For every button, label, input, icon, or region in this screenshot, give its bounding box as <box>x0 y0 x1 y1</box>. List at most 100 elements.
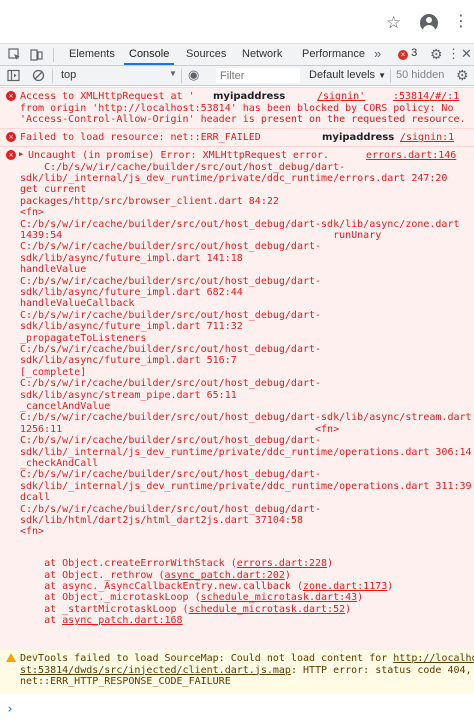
execution-context-select[interactable]: top <box>61 69 76 81</box>
stack-trace-line: sdk/lib/async/stream_pipe.dart 65:11 <box>20 389 237 401</box>
stack-trace-line: C:/b/s/w/ir/cache/builder/src/out/host_d… <box>20 469 322 481</box>
stack-trace-line: C:/b/s/w/ir/cache/builder/src/out/host_d… <box>20 435 322 447</box>
message-text: st:53814/dwds/src/injected/client.dart.j… <box>20 665 472 676</box>
stack-trace-line: C:/b/s/w/ir/cache/builder/src/out/host_d… <box>20 343 322 355</box>
stack-frame: at async._AsyncCallbackEntry.new.callbac… <box>20 581 393 592</box>
error-icon: × <box>6 150 16 160</box>
stack-frame: at Object.createErrorWithStack (errors.d… <box>20 558 333 569</box>
browser-toolbar: ☆ ⋮ <box>0 0 474 44</box>
sidebar-toggle-icon[interactable] <box>7 69 20 82</box>
console-settings-gear-icon[interactable]: ⚙ <box>456 67 469 84</box>
stack-trace-line: 1256:11 <fn> <box>20 423 340 435</box>
console-prompt-input[interactable]: › <box>6 702 14 717</box>
source-link[interactable]: /signin:1 <box>400 132 454 143</box>
stack-trace-line: _cancelAndValue <box>20 400 111 412</box>
inspect-element-icon[interactable] <box>8 48 21 61</box>
stack-trace-line: sdk/lib/_internal/js_dev_runtime/private… <box>20 172 448 184</box>
context-dropdown-arrow-icon[interactable]: ▼ <box>169 69 177 78</box>
error-count: 3 <box>411 47 418 59</box>
sourcemap-link[interactable]: st:53814/dwds/src/injected/client.dart.j… <box>20 665 291 676</box>
stack-trace-line: handleValue <box>20 264 87 276</box>
stack-frame-link[interactable]: zone.dart:1173 <box>303 581 387 592</box>
device-toolbar-icon[interactable] <box>30 48 43 61</box>
stack-trace-line: sdk/lib/_internal/js_dev_runtime/private… <box>20 446 472 458</box>
stack-trace-line: get current <box>20 184 87 196</box>
stack-frame: at Object._rethrow (async_patch.dart:202… <box>20 570 291 581</box>
close-devtools-icon[interactable]: ✕ <box>461 46 472 62</box>
live-expression-eye-icon[interactable]: ◉ <box>188 67 199 83</box>
hidden-messages-count: 50 hidden <box>396 69 445 81</box>
stack-frame-text: ) <box>357 592 364 604</box>
redacted-host-label: myipaddress <box>322 132 395 143</box>
tab-elements[interactable]: Elements <box>69 48 115 60</box>
console-messages: × Access to XMLHttpRequest at ' myipaddr… <box>0 87 474 721</box>
stack-frame-text: at Object.createErrorWithStack ( <box>20 558 237 570</box>
stack-frame-text: ) <box>284 569 291 581</box>
tab-console[interactable]: Console <box>129 48 169 60</box>
account-avatar-icon[interactable] <box>420 14 438 32</box>
message-text: Uncaught (in promise) Error: XMLHttpRequ… <box>28 150 330 161</box>
console-error-message: × ▶ Uncaught (in promise) Error: XMLHttp… <box>0 146 474 649</box>
toolbar-divider <box>390 69 391 83</box>
settings-gear-icon[interactable]: ⚙ <box>430 46 443 63</box>
log-levels-dropdown[interactable]: Default levels ▼ <box>309 69 386 81</box>
stack-trace-line: [_complete] <box>20 366 87 378</box>
expand-triangle-icon[interactable]: ▶ <box>19 150 23 158</box>
source-link[interactable]: /signin' <box>317 91 365 102</box>
warning-text: DevTools failed to load SourceMap: Could… <box>20 653 394 664</box>
browser-menu-icon[interactable]: ⋮ <box>453 13 469 29</box>
message-text: Access to XMLHttpRequest at ' <box>20 91 195 102</box>
error-icon: × <box>398 50 408 60</box>
stack-trace-line: _checkAndCall <box>20 457 99 469</box>
sourcemap-link[interactable]: http://localho <box>393 653 474 664</box>
stack-frame-link[interactable]: schedule_microtask.dart:52 <box>189 604 346 615</box>
stack-frame: at async_patch.dart:168 <box>20 615 183 626</box>
clear-console-icon[interactable] <box>32 69 45 82</box>
stack-frame-text: at Object._microtaskLoop ( <box>20 592 201 604</box>
toolbar-divider <box>52 69 53 83</box>
source-link[interactable]: errors.dart:146 <box>366 150 456 161</box>
stack-frame: at Object._microtaskLoop (schedule_micro… <box>20 592 363 603</box>
stack-frame-link[interactable]: async_patch.dart:202 <box>165 570 285 581</box>
stack-frame-text: ) <box>345 603 352 615</box>
stack-frame-text: at _startMicrotaskLoop ( <box>20 603 189 615</box>
tab-performance[interactable]: Performance <box>302 48 365 60</box>
console-filter-bar: top ▼ ◉ Default levels ▼ 50 hidden ⚙ <box>0 66 474 86</box>
error-icon: × <box>6 91 16 101</box>
console-filter-input[interactable] <box>216 68 300 83</box>
stack-trace-line: C:/b/s/w/ir/cache/builder/src/out/host_d… <box>20 309 322 321</box>
stack-trace-line: C:/b/s/w/ir/cache/builder/src/out/host_d… <box>20 218 460 230</box>
message-text: 'Access-Control-Allow-Origin' header is … <box>20 114 466 125</box>
stack-frame-text: at <box>20 615 63 627</box>
stack-trace-line: C:/b/s/w/ir/cache/builder/src/out/host_d… <box>20 241 322 253</box>
stack-trace-line: sdk/lib/async/future_impl.dart 682:44 <box>20 286 243 298</box>
message-text: DevTools failed to load SourceMap: Could… <box>20 653 474 664</box>
stack-frame-link[interactable]: errors.dart:228 <box>237 558 327 569</box>
stack-trace-line: sdk/lib/async/future_impl.dart 516:7 <box>20 355 237 367</box>
devtools-tab-bar: Elements Console Sources Network Perform… <box>0 44 474 66</box>
levels-label: Default levels <box>309 69 376 81</box>
devtools-menu-icon[interactable]: ⋮ <box>447 46 460 62</box>
message-text: from origin 'http://localhost:53814' has… <box>20 102 454 114</box>
more-tabs-chevron-icon[interactable]: » <box>374 46 381 61</box>
stack-trace-line: C:/b/s/w/ir/cache/builder/src/out/host_d… <box>20 503 322 515</box>
toolbar-divider <box>53 48 54 62</box>
stack-frame-link[interactable]: schedule_microtask.dart:43 <box>201 592 358 603</box>
tab-network[interactable]: Network <box>242 48 282 60</box>
source-link[interactable]: :53814/#/:1 <box>393 91 459 102</box>
console-error-message: × Failed to load resource: net::ERR_FAIL… <box>0 128 474 146</box>
tab-sources[interactable]: Sources <box>186 48 226 60</box>
bookmark-star-icon[interactable]: ☆ <box>386 13 401 33</box>
console-warning-message: DevTools failed to load SourceMap: Could… <box>0 649 474 694</box>
stack-trace-line: sdk/lib/async/future_impl.dart 141:18 <box>20 252 243 264</box>
error-count-badge[interactable]: × 3 <box>398 47 417 60</box>
stack-trace-line: C:/b/s/w/ir/cache/builder/src/out/host_d… <box>20 161 346 173</box>
stack-frame-link[interactable]: async_patch.dart:168 <box>62 615 182 626</box>
stack-frame-text: ) <box>327 558 334 570</box>
stack-trace-line: 1439:54 runUnary <box>20 229 382 241</box>
message-text: net::ERR_HTTP_RESPONSE_CODE_FAILURE <box>20 676 231 687</box>
toolbar-divider <box>181 69 182 83</box>
stack-trace-line: C:/b/s/w/ir/cache/builder/src/out/host_d… <box>20 378 322 390</box>
stack-trace-line: <fn> <box>20 526 45 538</box>
stack-trace-line: C:/b/s/w/ir/cache/builder/src/out/host_d… <box>20 275 322 287</box>
